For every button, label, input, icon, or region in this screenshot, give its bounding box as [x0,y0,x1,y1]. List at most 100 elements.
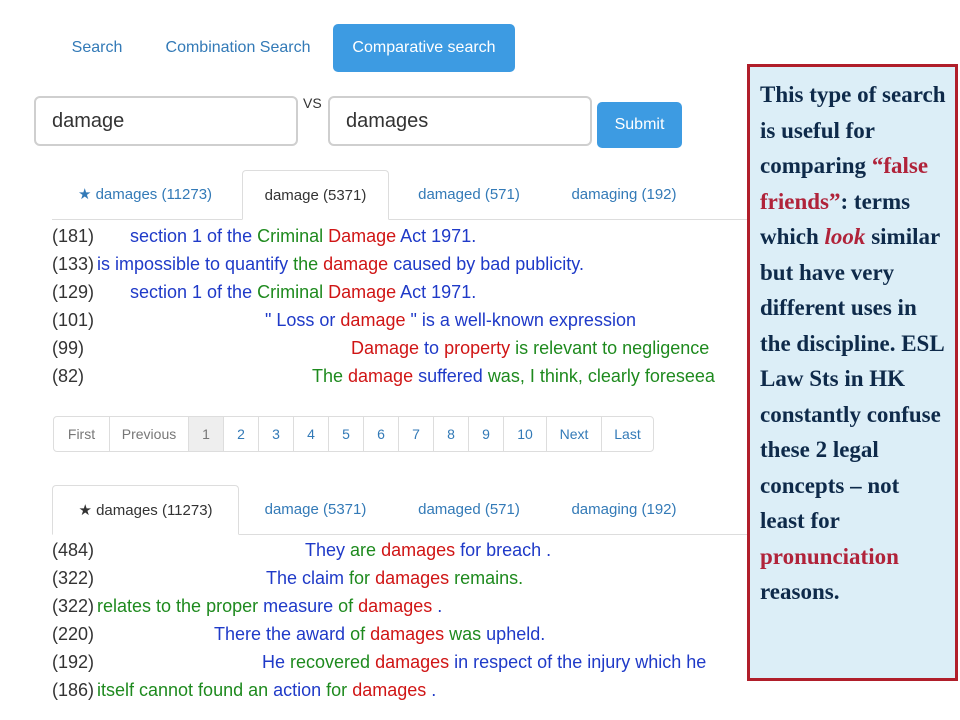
concordance-context: section 1 of the Criminal Damage Act 197… [130,222,476,250]
concordance-line: (101) " Loss or damage " is a well-known … [52,306,752,334]
collocate-word: section 1 of the [130,226,258,246]
previous-page-button[interactable]: Previous [109,417,188,451]
frequency-count: (82) [52,366,85,386]
panel1-tab-damage[interactable]: damage (5371) [242,170,389,220]
concordance-line: (133) is impossible to quantify the damag… [52,250,752,278]
next-page-button[interactable]: Next [546,417,601,451]
page-8-button[interactable]: 8 [433,417,468,451]
keyword: damage [340,310,411,330]
collocate-word: suffered [418,366,488,386]
collocate-word: the [293,254,324,274]
collocate-word: action [273,680,327,700]
keyword: damage [348,366,419,386]
collocate-word: of [338,596,359,616]
concordance-context: " Loss or damage " is a well-known expre… [265,306,636,334]
collocate-word: for breach . [460,540,552,560]
concordance-line: (82) The damage suffered was, I think, cl… [52,362,752,390]
panel2-tab-damaging[interactable]: damaging (192) [549,485,699,534]
nav-tab-comparative-search[interactable]: Comparative search [333,24,515,72]
panel2-tabs: ★ damages (11273) damage (5371) damaged … [52,485,757,535]
panel1-tab-damages[interactable]: ★ damages (11273) [52,170,238,219]
keyword: Damage [328,226,401,246]
keyword: damages [375,652,455,672]
collocate-word: are [350,540,382,560]
page-9-button[interactable]: 9 [468,417,503,451]
term1-input[interactable]: damage [34,96,298,146]
panel1-tabs: ★ damages (11273) damage (5371) damaged … [52,170,757,220]
page-7-button[interactable]: 7 [398,417,433,451]
panel2-tab-damages[interactable]: ★ damages (11273) [52,485,239,535]
collocate-word: in respect [454,652,538,672]
concordance-context: The damage suffered was, I think, clearl… [312,362,715,390]
tab-label: damaging (192) [571,186,677,203]
collocate-word: was, I think, clearly foreseea [487,366,715,386]
first-page-button[interactable]: First [54,417,109,451]
frequency-count: (220) [52,624,95,644]
tab-label: damaged (571) [418,186,520,203]
keyword: damages [352,680,432,700]
keyword: property [444,338,516,358]
page-1-button[interactable]: 1 [188,417,223,451]
tab-label: damages (11273) [95,186,213,203]
frequency-count: (322) [52,596,95,616]
concordance-line: (220) There the award of damages was uphe… [52,620,752,648]
page-5-button[interactable]: 5 [328,417,363,451]
keyword: Damage [351,338,425,358]
term2-input[interactable]: damages [328,96,592,146]
keyword: damages [370,624,450,644]
page-2-button[interactable]: 2 [223,417,258,451]
concordance-context: is impossible to quantify the damage cau… [97,250,584,278]
concordance-line: (186) itself cannot found an action for d… [52,676,752,704]
tab-label: damage (5371) [264,501,367,518]
collocate-word: . [431,680,437,700]
pagination: First Previous 1 2 3 4 5 6 7 8 9 10 Next Last [53,416,654,452]
collocate-word: relates to the proper [97,596,264,616]
page-4-button[interactable]: 4 [293,417,328,451]
tab-label: damage (5371) [264,187,367,204]
panel2-tab-damaged[interactable]: damaged (571) [394,485,544,534]
star-icon: ★ [77,186,92,203]
callout-text: reasons. [760,579,840,604]
collocate-word: caused [393,254,457,274]
collocate-word: of the injury which he [537,652,707,672]
collocate-word: for [349,568,376,588]
panel1-tab-damaged[interactable]: damaged (571) [394,170,544,219]
page-3-button[interactable]: 3 [258,417,293,451]
last-page-button[interactable]: Last [601,417,653,451]
collocate-word: remains. [454,568,524,588]
collocate-word: for [326,680,353,700]
page-6-button[interactable]: 6 [363,417,398,451]
collocate-word: They [305,540,351,560]
collocate-word: is relevant to negligence [515,338,710,358]
collocate-word: claim [302,568,350,588]
submit-button[interactable]: Submit [597,102,682,148]
callout-pronunciation: pronunciation [760,543,899,569]
keyword: damages [358,596,438,616]
collocate-word: of [350,624,371,644]
collocate-word: . [437,596,443,616]
tab-label: damaging (192) [571,501,677,518]
concordance-line: (129) section 1 of the Criminal Damage Ac… [52,278,752,306]
callout-look: look [824,224,866,249]
collocate-word: The [312,366,349,386]
keyword: Damage [328,282,401,302]
panel1-tab-damaging[interactable]: damaging (192) [549,170,699,219]
page-10-button[interactable]: 10 [503,417,546,451]
collocate-word: section 1 of the [130,282,258,302]
panel2-tab-damage[interactable]: damage (5371) [242,485,389,534]
nav-tab-search[interactable]: Search [52,24,142,72]
concordance-context: section 1 of the Criminal Damage Act 197… [130,278,476,306]
collocate-word: upheld. [486,624,546,644]
frequency-count: (186) [52,680,95,700]
concordance-context: relates to the proper measure of damages… [97,592,442,620]
tab-label: damaged (571) [418,501,520,518]
nav-tab-combination-search[interactable]: Combination Search [150,24,326,72]
collocate-word: to [424,338,445,358]
concordance-line: (192) He recovered damages in respect of … [52,648,752,676]
callout-text: similar but have very different uses in … [760,224,944,533]
concordance-line: (181) section 1 of the Criminal Damage Ac… [52,222,752,250]
concordance-context: There the award of damages was upheld. [214,620,545,648]
frequency-count: (101) [52,310,95,330]
concordance-line: (322) relates to the proper measure of da… [52,592,752,620]
collocate-word: " Loss or [265,310,341,330]
